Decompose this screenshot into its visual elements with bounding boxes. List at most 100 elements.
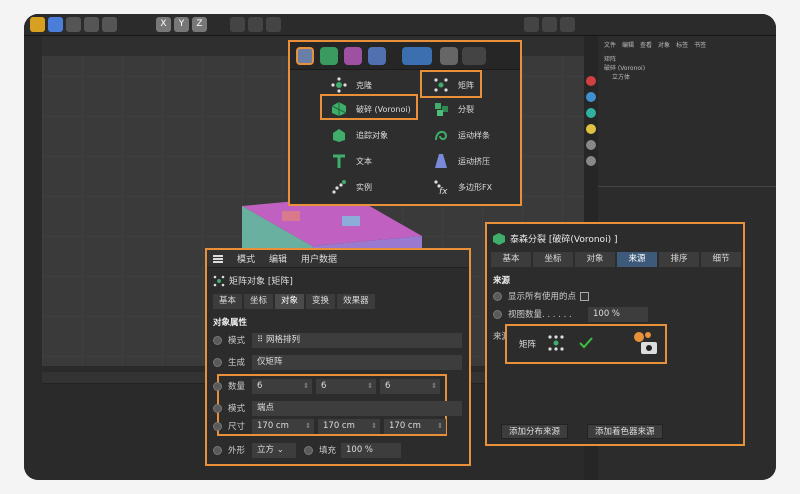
sun-icon[interactable] (586, 124, 596, 134)
palette-item-text[interactable]: 文本 (330, 150, 372, 172)
fill-field[interactable]: 100 % (341, 442, 401, 458)
undo-icon[interactable] (30, 17, 45, 32)
source-list[interactable]: 矩阵 (505, 324, 667, 364)
download-icon[interactable] (542, 17, 557, 32)
vtab-sort[interactable]: 排序 (659, 252, 699, 267)
objects-menu-tags[interactable]: 标签 (676, 40, 688, 49)
objects-menu-edit[interactable]: 编辑 (622, 40, 634, 49)
menu-icon[interactable] (213, 254, 223, 263)
tab-transform[interactable]: 变换 (306, 294, 336, 309)
stepper-icon[interactable]: ⇕ (371, 419, 377, 434)
object-tree-item-matrix[interactable]: 矩阵 (604, 54, 645, 63)
visibility-icon[interactable] (631, 330, 659, 356)
view-count-field[interactable]: 100 % (588, 306, 648, 322)
rotate-icon[interactable] (84, 17, 99, 32)
tab-effectors[interactable]: 效果器 (337, 294, 375, 309)
mograph-icon[interactable] (296, 47, 314, 65)
vtab-detail[interactable]: 细节 (701, 252, 741, 267)
render-settings-icon[interactable] (266, 17, 281, 32)
objects-menu-file[interactable]: 文件 (604, 40, 616, 49)
palette-item-fracture[interactable]: 分裂 (432, 98, 474, 120)
row-view-count: 视图数量. . . . . . 100 % (493, 306, 648, 322)
checkmark-icon[interactable] (577, 334, 595, 352)
mode2-dropdown[interactable]: 端点 (252, 400, 462, 416)
mode2-value: 端点 (257, 402, 275, 413)
z-axis-icon[interactable]: Z (192, 17, 207, 32)
size-z-field[interactable]: 170 cm ⇕ (384, 418, 446, 434)
palette-item-cloner[interactable]: 克隆 (330, 74, 372, 96)
palette-item-motion-extrude[interactable]: 运动挤压 (432, 150, 490, 172)
generate-radio[interactable] (213, 357, 222, 367)
attr-menu-userdata[interactable]: 用户数据 (301, 252, 337, 265)
add-shader-source-button[interactable]: 添加着色器来源 (587, 424, 663, 439)
voronoi-highlight (320, 94, 418, 120)
count-x-field[interactable]: 6 ⇕ (252, 378, 312, 394)
attr-menu-edit[interactable]: 编辑 (269, 252, 287, 265)
scale-icon[interactable] (66, 17, 81, 32)
fill-radio[interactable] (304, 445, 313, 455)
palette-item-polyfx[interactable]: fx 多边形FX (432, 176, 492, 198)
view-count-radio[interactable] (493, 309, 502, 319)
stepper-icon[interactable]: ⇕ (305, 419, 311, 434)
mode-dropdown[interactable]: ⠿ 网格排列 (252, 332, 462, 348)
count-radio[interactable] (213, 381, 222, 391)
tab-coord[interactable]: 坐标 (244, 294, 274, 309)
objects-menu-view[interactable]: 查看 (640, 40, 652, 49)
material-icon[interactable] (586, 76, 596, 86)
stepper-icon[interactable]: ⇕ (431, 379, 437, 394)
light-icon[interactable] (586, 92, 596, 102)
render-view-icon[interactable] (248, 17, 263, 32)
objects-menu-object[interactable]: 对象 (658, 40, 670, 49)
render-icon[interactable] (230, 17, 245, 32)
shape-dropdown[interactable]: 立方 ⌄ (252, 442, 296, 458)
add-icon[interactable] (102, 17, 117, 32)
stepper-icon[interactable]: ⇕ (437, 419, 443, 434)
deformer-icon[interactable] (344, 47, 362, 65)
object-tree-item-cube[interactable]: 立方体 (604, 72, 645, 81)
mode2-radio[interactable] (213, 403, 222, 413)
size-radio[interactable] (213, 421, 222, 431)
x-axis-icon[interactable]: X (156, 17, 171, 32)
show-points-radio[interactable] (493, 291, 502, 301)
vtab-coord[interactable]: 坐标 (533, 252, 573, 267)
scene-icon[interactable] (440, 47, 458, 65)
snap-icon[interactable] (524, 17, 539, 32)
mode-radio[interactable] (213, 335, 222, 345)
tab-basic[interactable]: 基本 (213, 294, 243, 309)
y-axis-icon[interactable]: Y (174, 17, 189, 32)
show-points-checkbox[interactable] (580, 291, 590, 301)
tab-object[interactable]: 对象 (275, 294, 305, 309)
palette-label-tracer: 追踪对象 (356, 130, 388, 140)
voronoi-title: 泰森分裂 [破碎(Voronoi) ] (493, 232, 617, 245)
stepper-icon[interactable]: ⇕ (303, 379, 309, 394)
move-icon[interactable] (48, 17, 63, 32)
palette-item-tracer[interactable]: 追踪对象 (330, 124, 388, 146)
vtab-basic[interactable]: 基本 (491, 252, 531, 267)
layout-icon[interactable] (560, 17, 575, 32)
camera-icon[interactable] (586, 108, 596, 118)
size-y-field[interactable]: 170 cm ⇕ (318, 418, 380, 434)
generate-dropdown[interactable]: 仅矩阵 (252, 354, 462, 370)
palette-item-instance[interactable]: 实例 (330, 176, 372, 198)
cloner-icon (330, 76, 348, 94)
shape-radio[interactable] (213, 445, 222, 455)
fx-icon[interactable] (402, 47, 432, 65)
vtab-object[interactable]: 对象 (575, 252, 615, 267)
voronoi-section-title: 来源 (493, 276, 511, 286)
fill-label: 填充 (319, 446, 337, 456)
attr-menu-mode[interactable]: 模式 (237, 252, 255, 265)
sphere-icon[interactable] (586, 140, 596, 150)
add-distribution-source-button[interactable]: 添加分布来源 (501, 424, 569, 439)
gear-icon[interactable] (586, 156, 596, 166)
size-x-field[interactable]: 170 cm ⇕ (252, 418, 314, 434)
palette-item-motion-spline[interactable]: 运动样条 (432, 124, 490, 146)
count-z-field[interactable]: 6 ⇕ (380, 378, 440, 394)
objects-menu-bookmarks[interactable]: 书签 (694, 40, 706, 49)
cube-icon[interactable] (320, 47, 338, 65)
spline-icon[interactable] (368, 47, 386, 65)
object-tree-item-voronoi[interactable]: 破碎 (Voronoi) (604, 63, 645, 72)
vtab-source[interactable]: 来源 (617, 252, 657, 267)
count-y-field[interactable]: 6 ⇕ (316, 378, 376, 394)
stepper-icon[interactable]: ⇕ (367, 379, 373, 394)
light-icon-2[interactable] (462, 47, 486, 65)
